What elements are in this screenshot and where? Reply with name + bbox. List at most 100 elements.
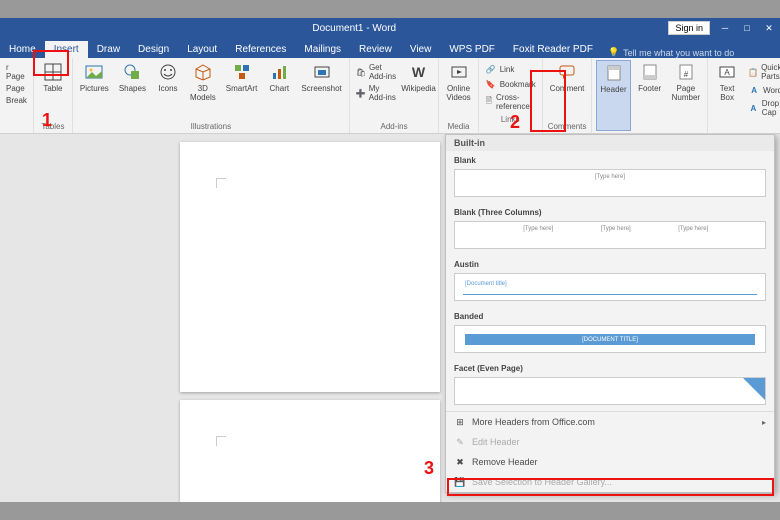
dropcap-icon: A: [748, 102, 759, 114]
header-icon: [604, 63, 624, 83]
crossref-icon: 🗎: [485, 96, 493, 108]
svg-text:A: A: [724, 68, 730, 77]
group-label-comments: Comments: [547, 121, 588, 131]
section-builtin: Built-in: [446, 135, 774, 151]
ribbon: r Page Page Break Table Tables Pictures …: [0, 58, 780, 134]
option-austin[interactable]: [Document title]: [454, 273, 766, 301]
group-label-tables: Tables: [38, 121, 68, 131]
cross-reference-button[interactable]: 🗎Cross-reference: [483, 92, 538, 112]
sign-in-button[interactable]: Sign in: [668, 21, 710, 35]
cube-icon: [193, 62, 213, 82]
save-selection-item[interactable]: 💾 Save Selection to Header Gallery...: [446, 472, 774, 492]
shapes-icon: [122, 62, 142, 82]
tab-mailings[interactable]: Mailings: [295, 41, 350, 58]
wordart-icon: A: [748, 84, 760, 96]
video-icon: [449, 62, 469, 82]
maximize-icon[interactable]: □: [736, 18, 758, 38]
option-blank3-label: Blank (Three Columns): [446, 203, 774, 219]
tab-review[interactable]: Review: [350, 41, 401, 58]
close-icon[interactable]: ✕: [758, 18, 780, 38]
text-box-button[interactable]: AText Box: [712, 60, 742, 131]
option-blank-label: Blank: [446, 151, 774, 167]
tab-insert[interactable]: Insert: [45, 41, 88, 58]
3d-models-button[interactable]: 3D Models: [187, 60, 219, 121]
tab-references[interactable]: References: [226, 41, 295, 58]
option-blank[interactable]: [Type here]: [454, 169, 766, 197]
tab-draw[interactable]: Draw: [88, 41, 129, 58]
shapes-button[interactable]: Shapes: [116, 60, 149, 121]
bookmark-icon: 🔖: [485, 78, 497, 90]
my-addins-button[interactable]: ➕My Add-ins: [354, 83, 399, 103]
ribbon-tabs: Home Insert Draw Design Layout Reference…: [0, 38, 780, 58]
option-banded-label: Banded: [446, 307, 774, 323]
chart-icon: [269, 62, 289, 82]
blank-page-button[interactable]: Page: [6, 83, 27, 94]
page-number-button[interactable]: #Page Number: [669, 60, 703, 131]
wordart-button[interactable]: AWordArt: [746, 83, 780, 97]
group-label-addins: Add-ins: [354, 121, 435, 131]
footer-button[interactable]: Footer: [635, 60, 665, 131]
minimize-icon[interactable]: ─: [714, 18, 736, 38]
icons-button[interactable]: Icons: [153, 60, 183, 121]
addins-icon: ➕: [356, 87, 366, 99]
tab-design[interactable]: Design: [129, 41, 178, 58]
header-button[interactable]: Header: [596, 60, 630, 131]
table-icon: [43, 62, 63, 82]
option-austin-label: Austin: [446, 255, 774, 271]
chevron-right-icon: ▸: [762, 418, 766, 427]
tab-home[interactable]: Home: [0, 41, 45, 58]
svg-text:#: #: [684, 70, 689, 79]
get-addins-button[interactable]: 🛍Get Add-ins: [354, 62, 399, 82]
save-icon: 💾: [454, 476, 466, 488]
quick-parts-button[interactable]: 📋Quick Parts: [746, 62, 780, 82]
online-videos-button[interactable]: Online Videos: [443, 60, 473, 121]
pictures-button[interactable]: Pictures: [77, 60, 112, 121]
option-facet-label: Facet (Even Page): [446, 359, 774, 375]
comment-button[interactable]: Comment: [547, 60, 588, 121]
smartart-button[interactable]: SmartArt: [223, 60, 261, 121]
chart-button[interactable]: Chart: [264, 60, 294, 121]
edit-icon: ✎: [454, 436, 466, 448]
more-headers-item[interactable]: ⊞ More Headers from Office.com ▸: [446, 412, 774, 432]
remove-header-item[interactable]: ✖ Remove Header: [446, 452, 774, 472]
bookmark-button[interactable]: 🔖Bookmark: [483, 77, 538, 91]
screenshot-button[interactable]: Screenshot: [298, 60, 344, 121]
tab-view[interactable]: View: [401, 41, 441, 58]
pictures-icon: [84, 62, 104, 82]
textbox-icon: A: [717, 62, 737, 82]
wikipedia-button[interactable]: WWikipedia: [403, 60, 435, 121]
link-button[interactable]: 🔗Link: [483, 62, 538, 76]
screenshot-icon: [312, 62, 332, 82]
wikipedia-icon: W: [409, 62, 429, 82]
tab-layout[interactable]: Layout: [178, 41, 226, 58]
titlebar: Document1 - Word Sign in ─ □ ✕: [0, 18, 780, 38]
header-gallery-dropdown: Built-in Blank [Type here] Blank (Three …: [445, 134, 775, 493]
tab-foxit[interactable]: Foxit Reader PDF: [504, 41, 602, 58]
icons-icon: [158, 62, 178, 82]
footer-icon: [640, 62, 660, 82]
remove-icon: ✖: [454, 456, 466, 468]
dropcap-button[interactable]: ADrop Cap: [746, 98, 780, 118]
pagenum-icon: #: [676, 62, 696, 82]
group-label-illustrations: Illustrations: [77, 121, 345, 131]
smartart-icon: [232, 62, 252, 82]
document-page[interactable]: [180, 142, 440, 392]
group-label-media: Media: [443, 121, 473, 131]
edit-header-item[interactable]: ✎ Edit Header: [446, 432, 774, 452]
quickparts-icon: 📋: [748, 66, 758, 78]
comment-icon: [557, 62, 577, 82]
document-page[interactable]: [180, 400, 440, 502]
document-workspace: Built-in Blank [Type here] Blank (Three …: [0, 134, 780, 502]
cover-page-button[interactable]: r Page: [6, 62, 27, 82]
table-button[interactable]: Table: [38, 60, 68, 121]
page-break-button[interactable]: Break: [6, 95, 27, 106]
tab-wps-pdf[interactable]: WPS PDF: [440, 41, 504, 58]
group-label-links: Links: [483, 114, 538, 124]
option-facet-even[interactable]: [454, 377, 766, 405]
store-icon: 🛍: [356, 66, 366, 78]
tell-me-search[interactable]: 💡 Tell me what you want to do: [608, 47, 734, 58]
option-blank-three-columns[interactable]: [Type here] [Type here] [Type here]: [454, 221, 766, 249]
doc-title: Document1 - Word: [40, 23, 668, 34]
option-banded[interactable]: [DOCUMENT TITLE]: [454, 325, 766, 353]
lightbulb-icon: 💡: [608, 47, 619, 58]
